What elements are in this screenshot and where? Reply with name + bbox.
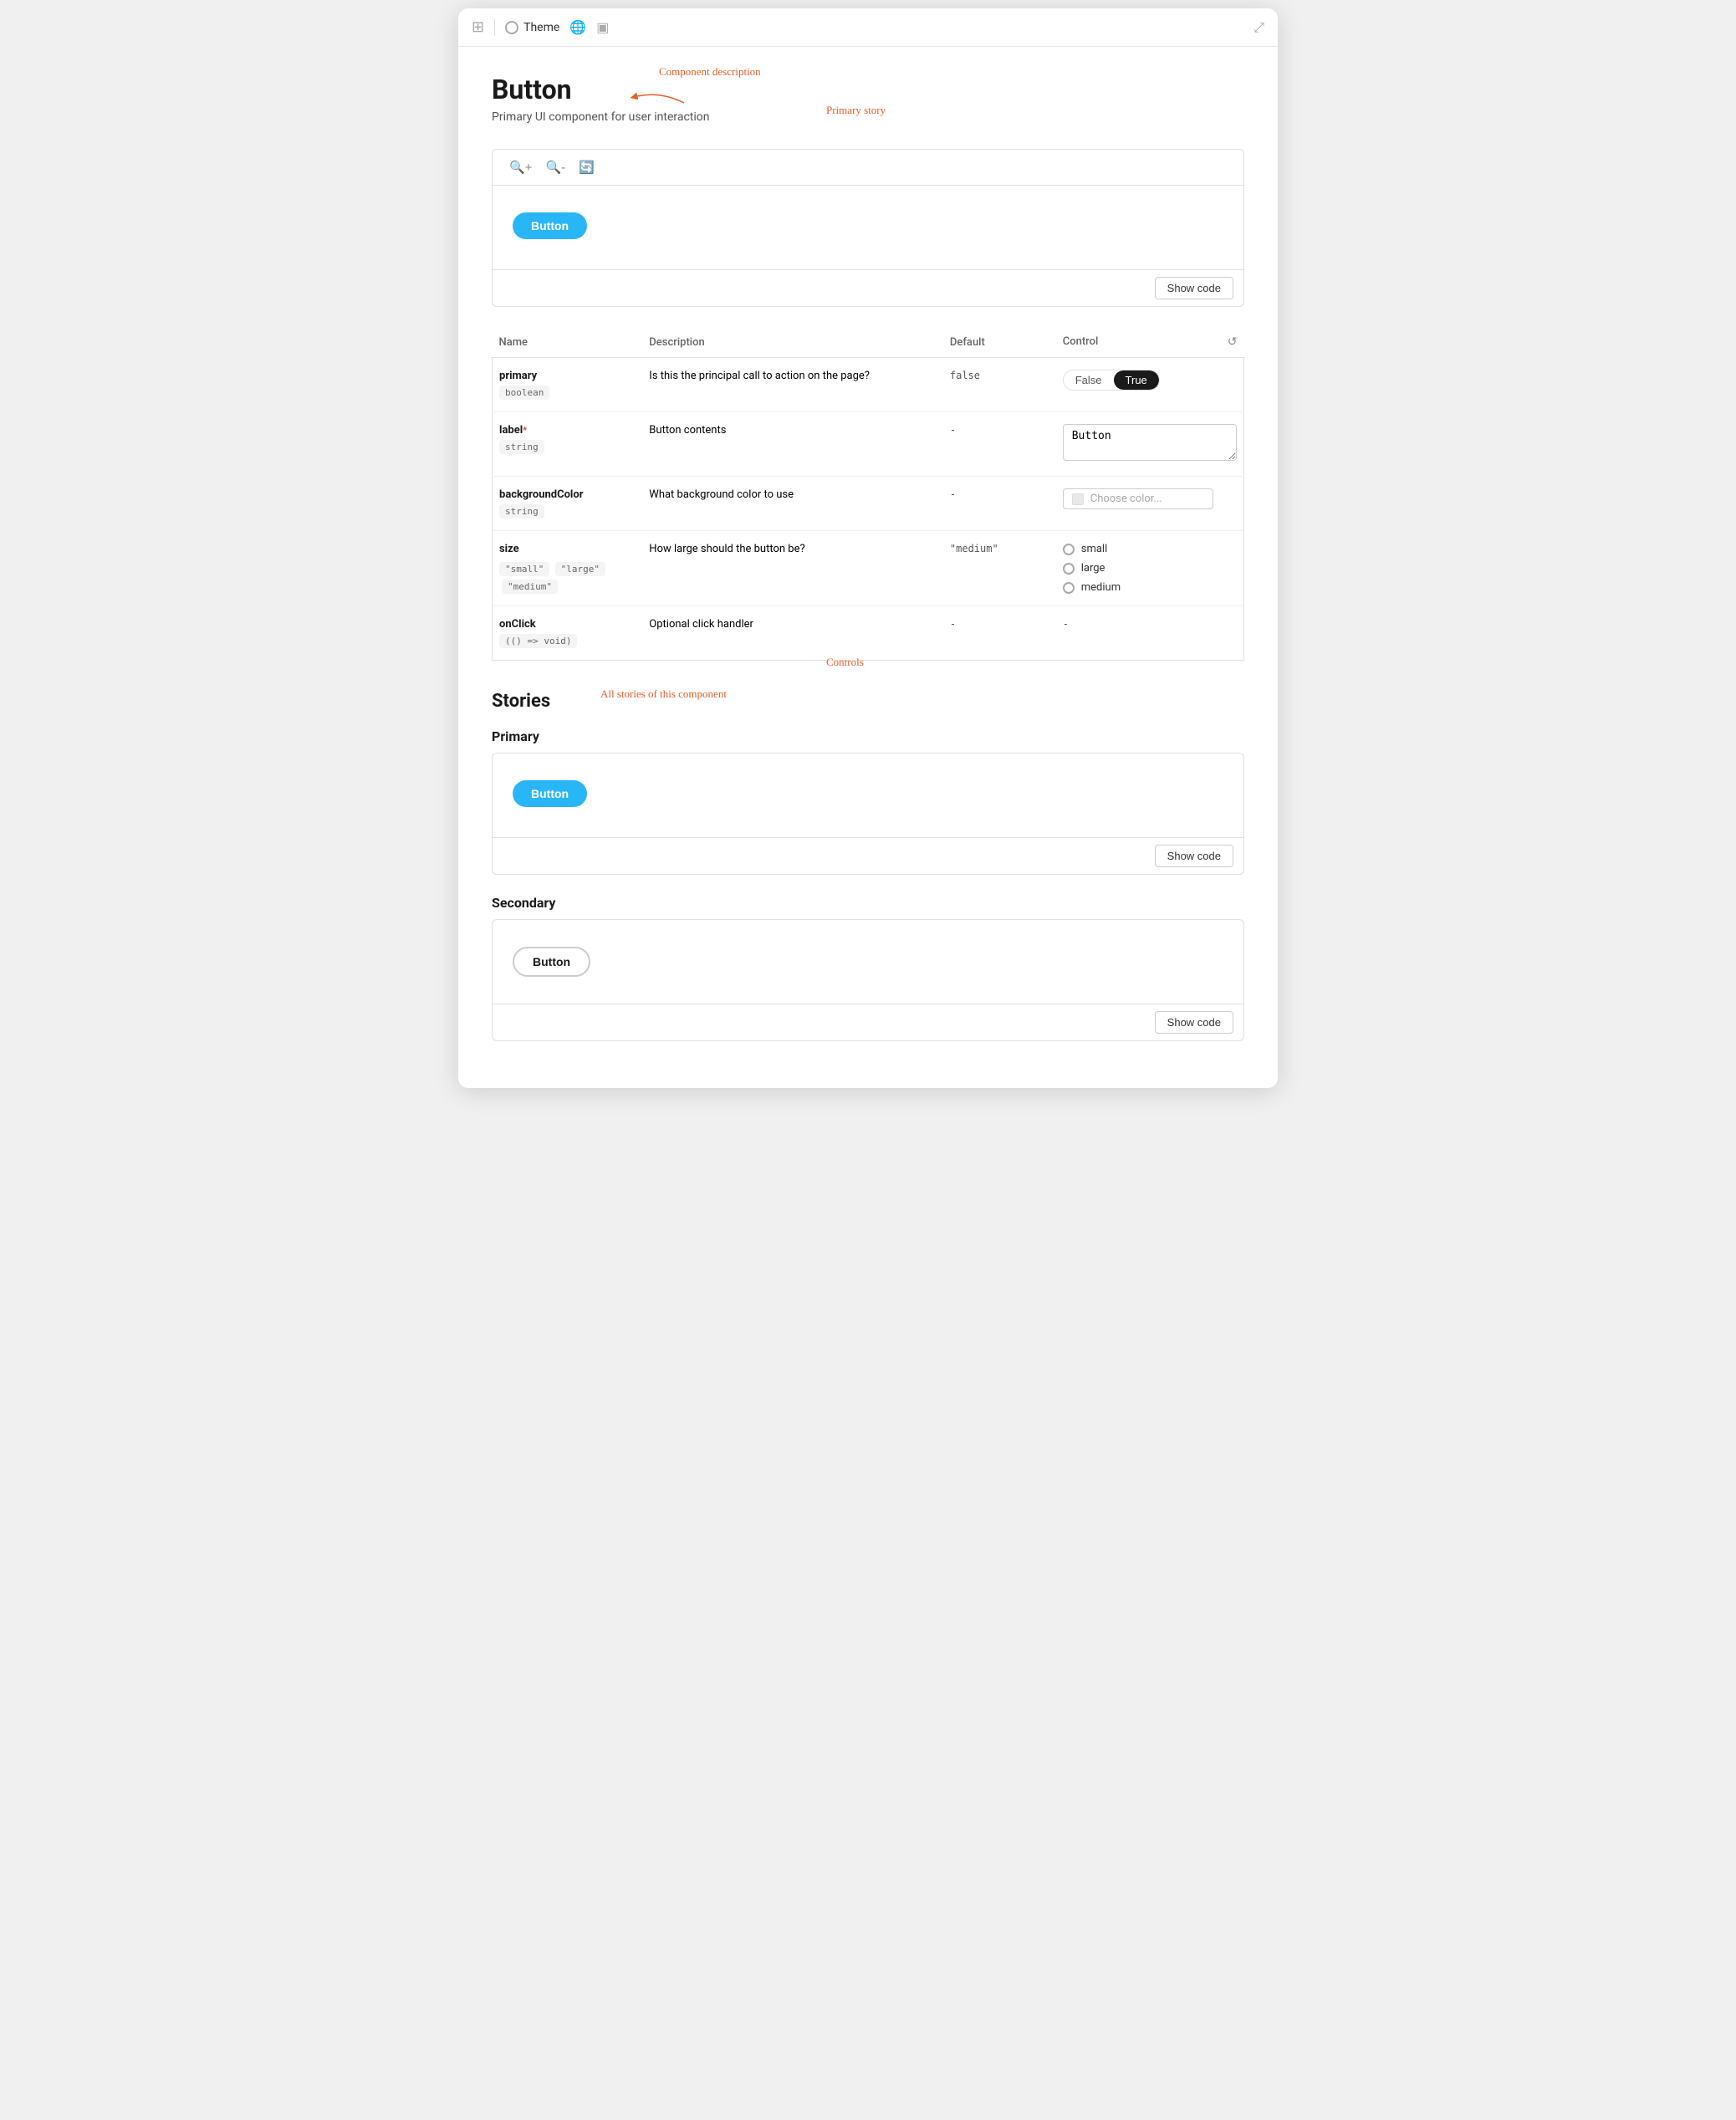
show-code-button-secondary[interactable]: Show code (1155, 1011, 1233, 1034)
param-size-default: "medium" (950, 543, 998, 554)
param-onclick-type: (() => void) (499, 634, 577, 648)
radio-label-small: small (1081, 543, 1108, 555)
param-primary-name: primary (499, 370, 636, 382)
param-label-name: label* (499, 424, 636, 437)
story-secondary-name: Secondary (492, 895, 1244, 911)
col-header-desc: Description (642, 327, 943, 358)
story-primary-button[interactable]: Button (513, 780, 587, 807)
reset-controls-btn[interactable]: ↺ (1228, 335, 1238, 349)
param-onclick-name: onClick (499, 618, 636, 631)
grid-icon[interactable]: ⊞ (472, 18, 484, 36)
component-title: Button (492, 74, 572, 105)
frame-icon[interactable]: ▣ (596, 19, 609, 35)
radio-circle-small (1063, 544, 1075, 555)
table-row: primary boolean Is this the principal ca… (493, 358, 1244, 412)
preview-primary-button[interactable]: Button (513, 212, 587, 239)
theme-label: Theme (523, 21, 559, 34)
param-onclick-control: - (1063, 618, 1069, 630)
story-secondary-content: Button (493, 920, 1243, 1004)
param-label-type: string (499, 440, 544, 454)
expand-icon[interactable]: ⤢ (1253, 19, 1264, 36)
table-row: label* string Button contents - Button (493, 412, 1244, 477)
param-bgcolor-desc: What background color to use (642, 477, 943, 531)
story-secondary-button[interactable]: Button (513, 947, 590, 977)
primary-toggle[interactable]: False True (1063, 370, 1160, 391)
radio-label-medium: medium (1081, 581, 1121, 594)
toggle-true-btn[interactable]: True (1114, 370, 1159, 390)
col-header-control: Control ↺ (1056, 327, 1244, 358)
annotation-primary-story: Primary story (826, 104, 886, 117)
zoom-reset-btn[interactable]: 🔄 (575, 158, 598, 176)
component-header: Button Component description Primary UI … (492, 74, 1244, 124)
param-primary-default: false (950, 370, 980, 381)
toolbar-divider (494, 19, 495, 36)
radio-circle-large (1063, 563, 1075, 575)
radio-large[interactable]: large (1063, 562, 1237, 575)
color-input[interactable]: Choose color... (1063, 488, 1213, 509)
param-size-type-large: "large" (555, 562, 605, 576)
param-onclick-default: - (950, 618, 956, 630)
table-row: onClick (() => void) Optional click hand… (493, 606, 1244, 661)
toggle-false-btn[interactable]: False (1064, 370, 1114, 390)
stories-section-title: Stories (492, 691, 550, 712)
param-bgcolor-type: string (499, 504, 544, 519)
annotation-arrow-1 (625, 82, 692, 107)
radio-medium[interactable]: medium (1063, 581, 1237, 594)
show-code-button-primary[interactable]: Show code (1155, 845, 1233, 867)
story-primary-preview: Button Show code (492, 753, 1244, 875)
param-label-desc: Button contents (642, 412, 943, 477)
param-primary-type: boolean (499, 386, 549, 400)
zoom-out-btn[interactable]: 🔍- (542, 158, 569, 176)
toolbar: ⊞ Theme 🌐 ▣ ⤢ (458, 8, 1278, 47)
required-marker: * (523, 425, 527, 436)
col-header-name: Name (493, 327, 643, 358)
param-onclick-desc: Optional click handler (642, 606, 943, 661)
toolbar-theme: Theme (505, 21, 559, 34)
preview-footer: Show code (493, 269, 1243, 306)
story-primary-content: Button (493, 753, 1243, 837)
label-input[interactable]: Button (1063, 424, 1237, 461)
controls-table: Name Description Default Control ↺ prima… (492, 327, 1244, 661)
size-radio-group: small large medium (1063, 543, 1237, 594)
globe-icon[interactable]: 🌐 (569, 19, 586, 35)
param-size-desc: How large should the button be? (642, 531, 943, 606)
annotation-controls: Controls (826, 656, 864, 669)
show-code-button-main[interactable]: Show code (1155, 277, 1233, 299)
main-window: ⊞ Theme 🌐 ▣ ⤢ Button Component descripti… (458, 8, 1278, 1088)
param-size-type-small: "small" (499, 562, 549, 576)
stories-title-wrap: Stories All stories of this component (492, 691, 550, 715)
primary-preview-box: 🔍+ 🔍- 🔄 Button Show code (492, 149, 1244, 307)
preview-content: Button (493, 186, 1243, 269)
param-size-name: size (499, 543, 636, 555)
preview-toolbar: 🔍+ 🔍- 🔄 (493, 150, 1243, 186)
param-bgcolor-name: backgroundColor (499, 488, 636, 501)
theme-circle-icon (505, 21, 518, 34)
story-primary-name: Primary (492, 728, 1244, 744)
col-header-default: Default (943, 327, 1056, 358)
table-row: backgroundColor string What background c… (493, 477, 1244, 531)
param-label-default: - (950, 424, 956, 436)
story-secondary-preview: Button Show code (492, 919, 1244, 1041)
annotation-all-stories: All stories of this component (600, 687, 727, 701)
main-content: Button Component description Primary UI … (458, 47, 1278, 1088)
param-size-type-medium: "medium" (502, 580, 558, 594)
radio-label-large: large (1081, 562, 1105, 575)
zoom-in-btn[interactable]: 🔍+ (506, 158, 535, 176)
controls-section: Name Description Default Control ↺ prima… (492, 327, 1244, 661)
table-row: size "small" "large" "medium" How large … (493, 531, 1244, 606)
stories-section: Stories All stories of this component Pr… (492, 691, 1244, 1041)
radio-small[interactable]: small (1063, 543, 1237, 555)
param-primary-desc: Is this the principal call to action on … (642, 358, 943, 412)
param-bgcolor-default: - (950, 488, 956, 500)
color-swatch (1072, 493, 1084, 505)
story-primary-footer: Show code (493, 837, 1243, 874)
story-secondary-footer: Show code (493, 1004, 1243, 1040)
color-placeholder: Choose color... (1090, 493, 1162, 505)
annotation-component-description: Component description (659, 65, 761, 79)
radio-circle-medium (1063, 582, 1075, 594)
